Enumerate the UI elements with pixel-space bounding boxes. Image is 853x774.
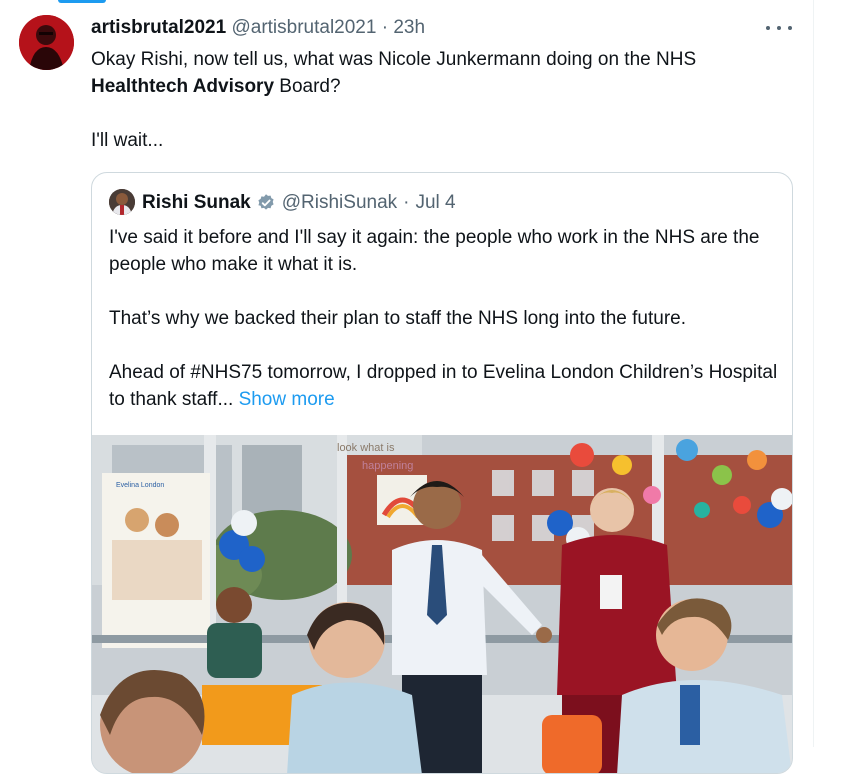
tweet-text-line: Healthtech Advisory Board? [91,73,791,100]
quoted-header-separator: · [403,192,410,213]
dot-icon [777,26,781,30]
dot-icon [788,26,792,30]
quoted-header: Rishi Sunak @RishiSunak · Jul 4 [142,191,456,215]
tweet-text-after-bold: Board? [274,76,341,97]
quoted-date[interactable]: Jul 4 [415,191,455,215]
photo-poster-text: Evelina London [116,482,164,489]
avatar[interactable] [19,15,74,70]
tweet-text: Okay Rishi, now tell us, what was Nicole… [91,46,791,154]
tweet-bold-text: Healthtech Advisory [91,76,275,97]
dot-icon [766,26,770,30]
quoted-author-name[interactable]: Rishi Sunak [142,191,251,215]
tweet-text-line: I'll wait... [91,130,164,151]
show-more-link[interactable]: Show more [239,389,335,410]
photo-wall-text: happening [362,460,413,472]
tweet-header: artisbrutal2021 @artisbrutal2021 · 23h [91,16,425,40]
quoted-tweet-card[interactable]: Rishi Sunak @RishiSunak · Jul 4 I've sai… [91,172,793,774]
quoted-author-handle[interactable]: @RishiSunak [282,191,397,215]
quoted-paragraph: I've said it before and I'll say it agai… [109,227,760,275]
quoted-paragraph: Ahead of #NHS75 tomorrow, I dropped in t… [109,359,779,413]
quoted-text: I've said it before and I'll say it agai… [109,224,779,413]
quoted-paragraph: That’s why we backed their plan to staff… [109,308,687,329]
photo-wall-text: look what is [337,442,395,454]
author-name[interactable]: artisbrutal2021 [91,17,226,38]
more-icon[interactable] [766,18,792,38]
quoted-paragraph-text: Ahead of #NHS75 tomorrow, I dropped in t… [109,362,778,410]
top-accent-bar [58,0,106,3]
avatar-image [19,15,74,70]
quoted-avatar-image [109,189,135,215]
tweet-time[interactable]: 23h [393,17,425,38]
author-handle[interactable]: @artisbrutal2021 [231,17,376,38]
header-separator: · [381,17,389,38]
timeline-right-border [813,0,814,747]
quoted-avatar[interactable] [109,189,135,215]
verified-badge-icon [258,194,274,210]
tweet-text-line: Okay Rishi, now tell us, what was Nicole… [91,49,697,70]
quoted-photo[interactable]: look what is happening Evelina London [92,435,792,774]
